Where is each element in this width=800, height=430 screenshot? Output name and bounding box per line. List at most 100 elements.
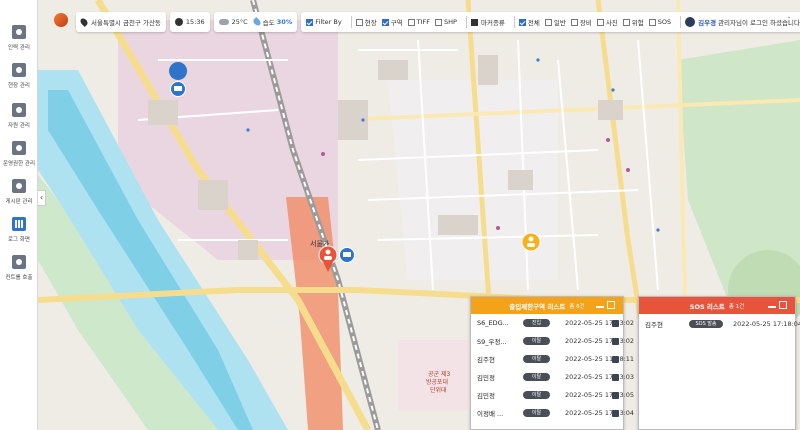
sidebar-item-control[interactable]: 컨트롤 호출 xyxy=(0,248,38,288)
sidebar-item-label: 현장 관리 xyxy=(8,83,30,89)
sidebar-collapse-button[interactable]: ‹ xyxy=(38,190,46,206)
app-logo[interactable] xyxy=(54,13,68,27)
panel-count: 총 6건 xyxy=(569,303,585,310)
equipment-marker[interactable] xyxy=(339,247,355,263)
sidebar-item-label: 운영권한 관리 xyxy=(2,161,36,167)
user-avatar-icon[interactable] xyxy=(685,17,696,27)
board-icon xyxy=(12,179,26,193)
filter-by-toggle[interactable]: Filter By xyxy=(306,18,342,26)
location-pin-icon xyxy=(79,17,89,27)
time-chip: 15:36 xyxy=(169,12,210,32)
map-area-label: 단위대 xyxy=(430,386,447,394)
sidebar-item-label: 자원 관리 xyxy=(8,123,30,129)
humidity-label: 습도 xyxy=(262,19,275,27)
filter-tiff[interactable]: TIFF xyxy=(407,18,431,26)
panel-header: SOS 리스트 총 1건 xyxy=(639,297,795,314)
status-badge: 이탈 xyxy=(523,337,550,345)
person-icon xyxy=(12,25,26,39)
marker-general[interactable]: 일반 xyxy=(544,17,566,27)
row-time: 2022-05-25 17:13:03 xyxy=(565,373,635,381)
minimize-icon[interactable] xyxy=(768,306,776,308)
filter-zone[interactable]: 구역 xyxy=(381,17,403,27)
checkbox[interactable] xyxy=(596,18,604,26)
marker-danger[interactable]: 위험 xyxy=(622,17,644,27)
marker-sos[interactable]: SOS xyxy=(648,18,671,26)
locate-icon[interactable] xyxy=(612,373,619,381)
panel-title: SOS 리스트 xyxy=(689,302,725,311)
filter-label: 구역 xyxy=(390,19,403,27)
locate-icon[interactable] xyxy=(612,409,619,417)
sidebar-item-permission[interactable]: 운영권한 관리 xyxy=(0,134,38,174)
locate-icon[interactable] xyxy=(612,337,619,345)
table-row[interactable]: 이정배 ... 이탈 2022-05-25 17:13:04 xyxy=(471,407,634,419)
user-name: 김우경 xyxy=(698,19,717,27)
locate-icon[interactable] xyxy=(612,391,619,399)
checkbox[interactable] xyxy=(648,18,656,26)
sidebar-item-log[interactable]: 로그 화면 xyxy=(0,210,38,250)
marker-type-label: 마커종류 xyxy=(470,17,505,27)
row-time: 2022-05-25 17:13:02 xyxy=(565,337,635,345)
table-row[interactable]: 김주현 SOS 발송 2022-05-25 17:18:04 xyxy=(639,318,800,330)
marker-photo[interactable]: 사진 xyxy=(596,17,618,27)
row-name: S9_우정... xyxy=(477,338,507,346)
locate-icon[interactable] xyxy=(612,355,619,363)
weather-chip: 25°C 습도 30% xyxy=(213,12,298,32)
checkbox[interactable] xyxy=(570,18,578,26)
sidebar-item-label: 로그 화면 xyxy=(8,237,30,243)
sidebar-item-site[interactable]: 현장 관리 xyxy=(0,56,38,96)
clock-icon xyxy=(174,18,183,26)
filter-site[interactable]: 현장 xyxy=(355,17,377,27)
humidity-value: 30% xyxy=(276,18,293,26)
checkbox[interactable] xyxy=(435,18,443,26)
filter-by-checkbox[interactable] xyxy=(306,18,314,26)
filter-label: 현장 xyxy=(364,19,377,27)
more-menu-button[interactable]: ⋮ xyxy=(784,15,794,29)
divider xyxy=(513,16,515,28)
checkbox[interactable] xyxy=(518,18,526,26)
marker-equipment[interactable]: 장비 xyxy=(570,17,592,27)
filter-shp[interactable]: SHP xyxy=(435,18,457,26)
checkbox[interactable] xyxy=(407,18,415,26)
table-row[interactable]: S6_EDG... 진입 2022-05-25 17:13:02 xyxy=(471,317,634,329)
checkbox[interactable] xyxy=(622,18,630,26)
marker-option-label: 장비 xyxy=(579,19,592,27)
sidebar-item-personnel[interactable]: 인력 관리 xyxy=(0,18,38,58)
sos-panel: SOS 리스트 총 1건 김주현 SOS 발송 2022-05-25 17:18… xyxy=(638,296,800,430)
filter-label: SHP xyxy=(444,18,457,26)
filter-by-label: Filter By xyxy=(315,18,342,26)
restricted-zone-panel: 출입제한구역 리스트 총 6건 S6_EDG... 진입 2022-05-25 … xyxy=(470,296,634,430)
table-row[interactable]: 김민정 이탈 2022-05-25 17:13:05 xyxy=(471,389,634,401)
table-row[interactable]: 김주현 이탈 2022-05-25 11:58:11 xyxy=(471,353,634,365)
book-icon xyxy=(470,18,478,26)
row-name: S6_EDG... xyxy=(477,319,509,327)
maximize-icon[interactable] xyxy=(607,301,615,309)
sidebar-item-resource[interactable]: 자원 관리 xyxy=(0,96,38,136)
checkbox[interactable] xyxy=(355,18,363,26)
checkbox[interactable] xyxy=(381,18,389,26)
sidebar: 인력 관리 현장 관리 자원 관리 운영권한 관리 게시판 관리 로그 화면 컨… xyxy=(0,0,38,430)
person-marker[interactable] xyxy=(521,232,541,252)
sidebar-item-label: 인력 관리 xyxy=(8,45,30,51)
status-badge: 이탈 xyxy=(523,391,550,399)
status-badge: 이탈 xyxy=(523,373,550,381)
filter-bar: Filter By 현장 구역 TIFF SHP 마커종류 전체 일반 장비 사… xyxy=(301,12,800,32)
row-name: 이정배 ... xyxy=(477,410,504,418)
row-time: 2022-05-25 11:58:11 xyxy=(565,355,635,363)
table-row[interactable]: 김민정 이탈 2022-05-25 17:13:03 xyxy=(471,371,634,383)
marker-option-label: 위험 xyxy=(631,19,644,27)
marker-all[interactable]: 전체 xyxy=(518,17,540,27)
marker-option-label: 전체 xyxy=(527,19,540,27)
maximize-icon[interactable] xyxy=(779,301,787,309)
checkbox[interactable] xyxy=(544,18,552,26)
log-icon xyxy=(12,217,26,231)
divider xyxy=(465,16,467,28)
minimize-icon[interactable] xyxy=(596,306,604,308)
sidebar-item-board[interactable]: 게시판 관리 xyxy=(0,172,38,212)
row-time: 2022-05-25 17:13:05 xyxy=(565,391,635,399)
locate-icon[interactable] xyxy=(612,319,619,327)
sidebar-item-label: 게시판 관리 xyxy=(5,199,33,205)
table-row[interactable]: S9_우정... 이탈 2022-05-25 17:13:02 xyxy=(471,335,634,347)
control-icon xyxy=(12,255,26,269)
filter-label: TIFF xyxy=(416,18,431,26)
location-chip[interactable]: 서울특별시 금천구 가산동 xyxy=(76,12,166,32)
